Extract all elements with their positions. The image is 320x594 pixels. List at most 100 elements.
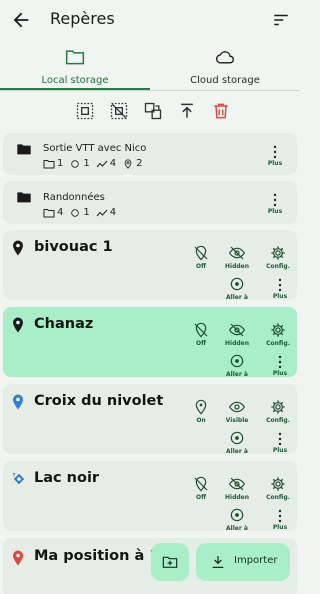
more-button[interactable]: Plus [261, 145, 289, 167]
track-count: 4 [109, 207, 117, 218]
storage-tabs: Local storage Cloud storage [0, 44, 300, 90]
import-label: Importer [234, 555, 278, 566]
folder-stats: 1 1 4 2 [43, 158, 143, 169]
goto-button[interactable]: Aller à [219, 430, 255, 455]
location-toggle[interactable]: Off [183, 245, 219, 270]
location-off-icon [194, 245, 208, 261]
target-icon [230, 431, 244, 445]
sort-icon[interactable] [272, 11, 290, 29]
config-label: Config. [266, 263, 290, 270]
config-button[interactable]: Config. [260, 322, 296, 347]
track-icon [96, 209, 108, 216]
waypoint-count: 4 [57, 207, 64, 218]
config-button[interactable]: Config. [260, 476, 296, 501]
marker-card[interactable]: Croix du nivolet On Visible Config. Aller à P… [3, 384, 297, 455]
new-folder-button[interactable] [151, 543, 189, 581]
location-label: Off [196, 340, 206, 347]
gear-icon [271, 246, 285, 260]
deselect-icon[interactable] [109, 101, 129, 121]
tab-label: Local storage [41, 75, 109, 86]
more-button[interactable]: Plus [266, 509, 294, 531]
folder-card[interactable]: Randonnées 4 1 4 Plus [3, 181, 297, 224]
selection-toolbar [0, 96, 300, 126]
gear-icon [271, 477, 285, 491]
folder-card[interactable]: Sortie VTT avec Nico 1 1 4 2 Plus [3, 133, 297, 175]
location-off-icon [194, 322, 208, 338]
marker-name: Lac noir [34, 470, 100, 486]
more-vert-icon [278, 432, 282, 446]
target-icon [230, 277, 244, 291]
marker-pin-icon [13, 240, 23, 256]
cloud-icon [216, 51, 234, 64]
goto-label: Aller à [226, 371, 248, 378]
config-button[interactable]: Config. [260, 245, 296, 270]
move-to-folder-icon[interactable] [143, 101, 163, 121]
more-label: Plus [272, 524, 288, 531]
visibility-toggle[interactable]: Visible [219, 399, 255, 424]
marker-name: Chanaz [34, 316, 94, 332]
location-label: Off [196, 263, 206, 270]
tab-local-storage[interactable]: Local storage [0, 44, 150, 90]
visibility-toggle[interactable]: Hidden [219, 322, 255, 347]
more-button[interactable]: Plus [266, 432, 294, 454]
svg-text:T: T [12, 473, 16, 479]
folder-outline-icon [65, 50, 85, 65]
marker-name: Croix du nivolet [34, 393, 164, 409]
visibility-label: Hidden [224, 263, 249, 270]
marker-card[interactable]: Chanaz Off Hidden Config. Aller à Plus [3, 307, 297, 378]
delete-icon[interactable] [211, 101, 231, 121]
location-label: On [196, 417, 206, 424]
track-count: 4 [109, 158, 117, 169]
eye-icon [229, 401, 245, 413]
visibility-label: Hidden [224, 494, 249, 501]
goto-button[interactable]: Aller à [219, 353, 255, 378]
marker-card[interactable]: T Lac noir Off Hidden Config. Aller à Plus [3, 461, 297, 532]
marker-pin-icon [13, 394, 23, 410]
more-vert-icon [278, 355, 282, 369]
target-icon [230, 508, 244, 522]
marker-card[interactable]: bivouac 1 Off Hidden Config. Aller à Plus [3, 230, 297, 301]
goto-label: Aller à [226, 525, 248, 532]
marker-pin-icon [13, 550, 23, 566]
page-title: Repères [50, 9, 115, 28]
more-button[interactable]: Plus [266, 355, 294, 377]
import-button[interactable]: Importer [196, 543, 290, 581]
more-label: Plus [272, 370, 288, 377]
folder-icon [17, 192, 31, 203]
visibility-toggle[interactable]: Hidden [219, 245, 255, 270]
visibility-label: Visible [225, 417, 249, 424]
location-on-icon [195, 399, 207, 415]
app-bar: Repères [0, 0, 300, 40]
export-icon[interactable] [177, 101, 197, 121]
marker-outline-icon [124, 158, 132, 169]
tabs-divider [0, 90, 300, 91]
more-vert-icon [273, 145, 277, 159]
config-label: Config. [266, 340, 290, 347]
marker-count: 2 [136, 158, 143, 169]
more-vert-icon [278, 278, 282, 292]
goto-button[interactable]: Aller à [219, 507, 255, 532]
eye-off-icon [229, 477, 245, 491]
folder-stats: 4 1 4 [43, 207, 116, 218]
download-icon [212, 556, 224, 568]
more-button[interactable]: Plus [266, 278, 294, 300]
location-toggle[interactable]: Off [183, 476, 219, 501]
diamond-marker-icon: T [12, 473, 25, 485]
config-label: Config. [266, 417, 290, 424]
location-label: Off [196, 494, 206, 501]
goto-button[interactable]: Aller à [219, 276, 255, 301]
waypoint-folder-icon [43, 159, 55, 168]
tab-cloud-storage[interactable]: Cloud storage [150, 44, 300, 90]
visibility-toggle[interactable]: Hidden [219, 476, 255, 501]
location-toggle[interactable]: On [183, 399, 219, 424]
back-arrow-icon[interactable] [10, 9, 32, 31]
goto-label: Aller à [226, 448, 248, 455]
gear-icon [271, 323, 285, 337]
marker-name: bivouac 1 [34, 239, 113, 255]
folder-name: Sortie VTT avec Nico [43, 143, 147, 154]
config-button[interactable]: Config. [260, 399, 296, 424]
more-button[interactable]: Plus [261, 193, 289, 215]
add-folder-icon [162, 556, 178, 568]
location-toggle[interactable]: Off [183, 322, 219, 347]
select-all-icon[interactable] [75, 101, 95, 121]
